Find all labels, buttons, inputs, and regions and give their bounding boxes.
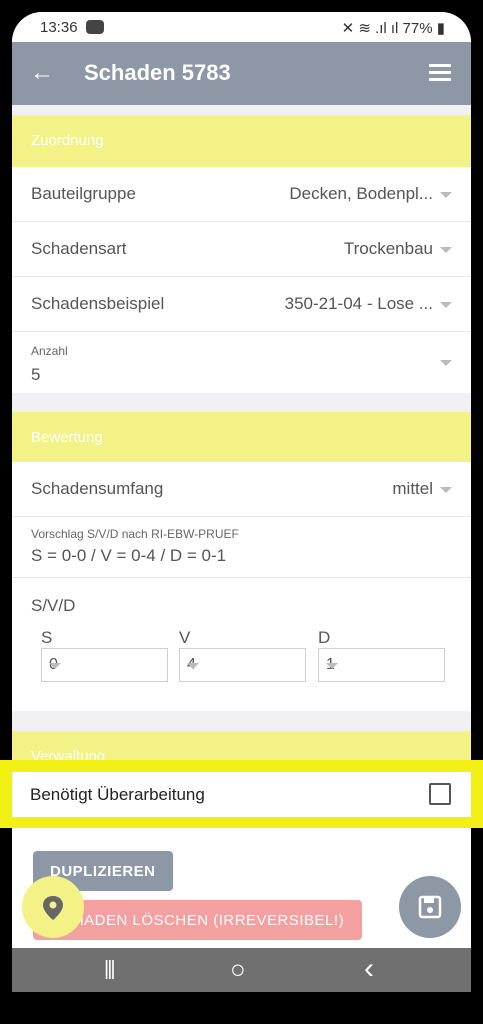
v-select[interactable]: 4 [179, 648, 306, 682]
bauteilgruppe-label: Bauteilgruppe [31, 184, 136, 203]
system-navbar: ||| ○ ‹ [12, 948, 471, 992]
chevron-down-icon [187, 663, 199, 669]
chevron-down-icon [326, 663, 338, 669]
vorschlag-value: S = 0-0 / V = 0-4 / D = 0-1 [31, 546, 227, 565]
chevron-down-icon [440, 487, 452, 493]
bauteilgruppe-value: Decken, Bodenpl... [289, 184, 433, 203]
schadensumfang-select[interactable]: Schadensumfang mittel [12, 462, 471, 517]
bewertung-card: Schadensumfang mittel Vorschlag S/V/D na… [12, 462, 471, 711]
schadensart-select[interactable]: Schadensart Trockenbau [12, 222, 471, 277]
schadensbeispiel-label: Schadensbeispiel [31, 294, 165, 313]
notification-icon [86, 20, 104, 34]
bauteilgruppe-select[interactable]: Bauteilgruppe Decken, Bodenpl... [12, 167, 471, 222]
ueberarbeitung-checkbox[interactable] [429, 783, 451, 805]
s-label: S [41, 628, 53, 647]
vorschlag-row: Vorschlag S/V/D nach RI-EBW-PRUEF S = 0-… [12, 517, 471, 578]
svd-label: S/V/D [31, 596, 76, 615]
s-select[interactable]: 0 [41, 648, 168, 682]
schadensbeispiel-value: 350-21-04 - Lose ... [284, 294, 433, 313]
d-label: D [318, 628, 331, 647]
status-time: 13:36 [40, 19, 78, 36]
chevron-down-icon [440, 192, 452, 198]
highlight-box: Benötigt Überarbeitung [0, 760, 483, 828]
screen: 13:36 ✕ ≋ .ıl ıl 77% ▮ ← Schaden 5783 Zu… [12, 12, 471, 992]
section-title: Bewertung [31, 429, 103, 446]
schadensbeispiel-select[interactable]: Schadensbeispiel 350-21-04 - Lose ... [12, 277, 471, 332]
recent-apps-icon[interactable]: ||| [104, 958, 116, 981]
delete-label: SCHADEN LÖSCHEN (IRREVERSIBEL!) [51, 912, 345, 929]
save-button[interactable] [399, 876, 461, 938]
hamburger-menu-icon[interactable] [429, 64, 451, 82]
section-title: Zuordnung [31, 132, 104, 149]
schadensumfang-value: mittel [392, 479, 433, 498]
back-arrow-icon[interactable]: ← [30, 58, 54, 88]
home-icon[interactable]: ○ [230, 954, 246, 985]
schadensart-value: Trockenbau [343, 239, 433, 258]
save-icon [418, 895, 442, 919]
zuordnung-card: Bauteilgruppe Decken, Bodenpl... Schaden… [12, 167, 471, 393]
v-label: V [179, 628, 191, 647]
location-pin-icon [43, 896, 63, 920]
schadensart-label: Schadensart [31, 239, 127, 258]
anzahl-value: 5 [31, 365, 41, 384]
vorschlag-label: Vorschlag S/V/D nach RI-EBW-PRUEF [31, 527, 239, 541]
chevron-down-icon [440, 247, 452, 253]
app-bar: ← Schaden 5783 [12, 42, 471, 105]
status-bar: 13:36 ✕ ≋ .ıl ıl 77% ▮ [12, 12, 471, 42]
back-icon[interactable]: ‹ [364, 952, 374, 986]
chevron-down-icon [440, 302, 452, 308]
anzahl-select[interactable]: Anzahl 5 [12, 332, 471, 393]
section-zuordnung: Zuordnung [12, 115, 471, 167]
anzahl-label: Anzahl [31, 344, 68, 358]
schadensumfang-label: Schadensumfang [31, 479, 164, 498]
page-title: Schaden 5783 [84, 60, 231, 85]
location-button[interactable] [22, 876, 84, 938]
ueberarbeitung-row[interactable]: Benötigt Überarbeitung [12, 772, 471, 817]
status-icons: ✕ ≋ .ıl ıl 77% ▮ [341, 20, 445, 37]
d-select[interactable]: 1 [318, 648, 445, 682]
chevron-down-icon [49, 663, 61, 669]
chevron-down-icon [440, 360, 452, 366]
ueberarbeitung-label: Benötigt Überarbeitung [30, 785, 205, 804]
section-bewertung: Bewertung [12, 412, 471, 462]
